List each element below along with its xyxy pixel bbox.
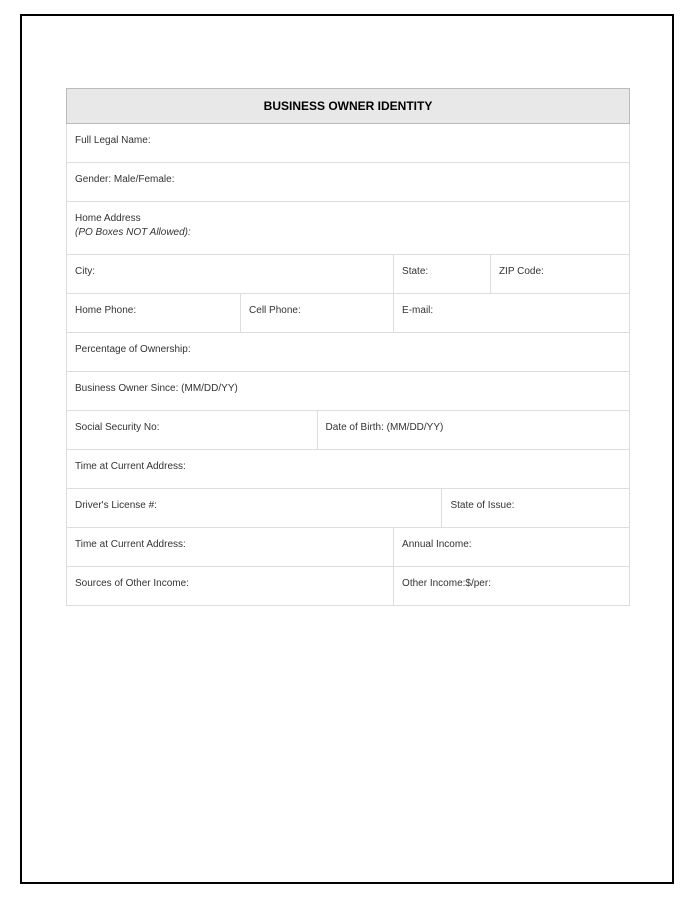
city-field: City: [67, 255, 394, 294]
sources-other-income-field: Sources of Other Income: [67, 567, 394, 606]
form-title: BUSINESS OWNER IDENTITY [67, 89, 630, 124]
home-address-label: Home Address [75, 213, 141, 224]
ssn-field: Social Security No: [67, 411, 318, 450]
full-legal-name-field: Full Legal Name: [67, 124, 630, 163]
other-income-field: Other Income:$/per: [394, 567, 630, 606]
percentage-ownership-field: Percentage of Ownership: [67, 333, 630, 372]
home-address-note: (PO Boxes NOT Allowed): [75, 227, 191, 238]
drivers-license-field: Driver's License #: [67, 489, 442, 528]
email-field: E-mail: [394, 294, 630, 333]
home-phone-field: Home Phone: [67, 294, 241, 333]
annual-income-field: Annual Income: [394, 528, 630, 567]
state-of-issue-field: State of Issue: [442, 489, 630, 528]
business-owner-identity-form: BUSINESS OWNER IDENTITY Full Legal Name:… [66, 88, 630, 606]
home-address-field: Home Address (PO Boxes NOT Allowed): [67, 202, 630, 255]
time-at-current-address-field-2: Time at Current Address: [67, 528, 394, 567]
zip-field: ZIP Code: [490, 255, 629, 294]
cell-phone-field: Cell Phone: [241, 294, 394, 333]
dob-field: Date of Birth: (MM/DD/YY) [317, 411, 629, 450]
gender-field: Gender: Male/Female: [67, 163, 630, 202]
state-field: State: [394, 255, 491, 294]
time-at-current-address-field-1: Time at Current Address: [67, 450, 630, 489]
business-owner-since-field: Business Owner Since: (MM/DD/YY) [67, 372, 630, 411]
